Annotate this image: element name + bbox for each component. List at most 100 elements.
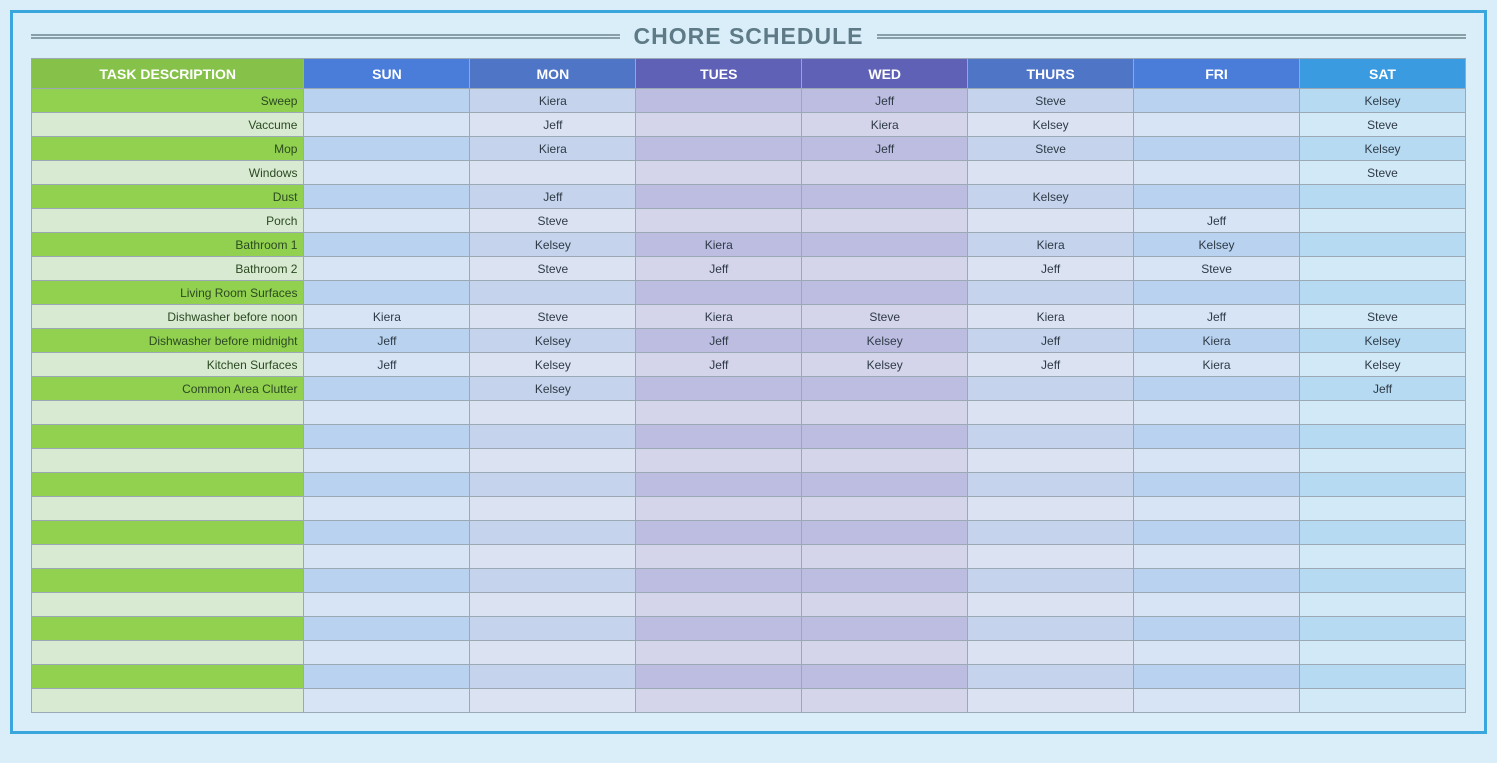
day-cell[interactable] xyxy=(636,473,802,497)
day-cell[interactable]: Kiera xyxy=(802,113,968,137)
day-cell[interactable] xyxy=(304,185,470,209)
day-cell[interactable] xyxy=(968,689,1134,713)
day-cell[interactable] xyxy=(1300,521,1466,545)
day-cell[interactable] xyxy=(636,521,802,545)
day-cell[interactable] xyxy=(1134,593,1300,617)
day-cell[interactable] xyxy=(304,593,470,617)
day-cell[interactable]: Kelsey xyxy=(968,185,1134,209)
day-cell[interactable] xyxy=(636,641,802,665)
day-cell[interactable] xyxy=(968,497,1134,521)
day-cell[interactable]: Steve xyxy=(1300,305,1466,329)
day-cell[interactable] xyxy=(1300,641,1466,665)
day-cell[interactable]: Kelsey xyxy=(1300,329,1466,353)
day-cell[interactable]: Jeff xyxy=(304,353,470,377)
task-cell[interactable]: Sweep xyxy=(32,89,304,113)
day-cell[interactable] xyxy=(304,161,470,185)
day-cell[interactable]: Jeff xyxy=(636,257,802,281)
day-cell[interactable] xyxy=(802,617,968,641)
day-cell[interactable] xyxy=(968,377,1134,401)
day-cell[interactable] xyxy=(1300,185,1466,209)
day-cell[interactable] xyxy=(304,641,470,665)
day-cell[interactable] xyxy=(802,473,968,497)
day-cell[interactable]: Steve xyxy=(1300,161,1466,185)
day-cell[interactable] xyxy=(470,425,636,449)
day-cell[interactable] xyxy=(1134,161,1300,185)
day-cell[interactable] xyxy=(968,473,1134,497)
day-cell[interactable] xyxy=(1134,89,1300,113)
day-cell[interactable] xyxy=(802,545,968,569)
day-cell[interactable] xyxy=(968,593,1134,617)
day-cell[interactable]: Jeff xyxy=(470,185,636,209)
day-cell[interactable] xyxy=(968,401,1134,425)
task-cell[interactable] xyxy=(32,425,304,449)
day-cell[interactable] xyxy=(304,545,470,569)
task-cell[interactable] xyxy=(32,593,304,617)
task-cell[interactable] xyxy=(32,473,304,497)
day-cell[interactable] xyxy=(470,401,636,425)
day-cell[interactable] xyxy=(968,209,1134,233)
day-cell[interactable] xyxy=(802,281,968,305)
task-cell[interactable]: Dishwasher before noon xyxy=(32,305,304,329)
day-cell[interactable] xyxy=(304,569,470,593)
day-cell[interactable] xyxy=(304,689,470,713)
task-cell[interactable]: Bathroom 2 xyxy=(32,257,304,281)
day-cell[interactable] xyxy=(1134,113,1300,137)
task-cell[interactable] xyxy=(32,401,304,425)
day-cell[interactable]: Steve xyxy=(470,257,636,281)
day-cell[interactable]: Kelsey xyxy=(968,113,1134,137)
day-cell[interactable] xyxy=(304,233,470,257)
day-cell[interactable] xyxy=(636,113,802,137)
day-cell[interactable] xyxy=(802,377,968,401)
day-cell[interactable] xyxy=(304,497,470,521)
day-cell[interactable]: Kelsey xyxy=(1300,353,1466,377)
day-cell[interactable] xyxy=(1300,425,1466,449)
day-cell[interactable] xyxy=(802,161,968,185)
day-cell[interactable]: Steve xyxy=(968,137,1134,161)
day-cell[interactable] xyxy=(802,449,968,473)
day-cell[interactable] xyxy=(1134,281,1300,305)
day-cell[interactable] xyxy=(636,617,802,641)
day-cell[interactable]: Kelsey xyxy=(470,233,636,257)
task-cell[interactable] xyxy=(32,569,304,593)
day-cell[interactable] xyxy=(802,401,968,425)
day-cell[interactable]: Jeff xyxy=(304,329,470,353)
day-cell[interactable] xyxy=(802,425,968,449)
day-cell[interactable]: Kelsey xyxy=(802,353,968,377)
day-cell[interactable] xyxy=(1300,617,1466,641)
day-cell[interactable] xyxy=(636,185,802,209)
day-cell[interactable] xyxy=(304,425,470,449)
day-cell[interactable] xyxy=(1134,521,1300,545)
day-cell[interactable] xyxy=(470,569,636,593)
day-cell[interactable] xyxy=(304,473,470,497)
day-cell[interactable] xyxy=(636,689,802,713)
day-cell[interactable] xyxy=(1300,689,1466,713)
day-cell[interactable]: Kelsey xyxy=(1134,233,1300,257)
task-cell[interactable] xyxy=(32,497,304,521)
task-cell[interactable] xyxy=(32,665,304,689)
day-cell[interactable] xyxy=(1134,185,1300,209)
day-cell[interactable] xyxy=(304,209,470,233)
day-cell[interactable] xyxy=(470,521,636,545)
day-cell[interactable] xyxy=(470,593,636,617)
day-cell[interactable] xyxy=(636,209,802,233)
day-cell[interactable] xyxy=(636,401,802,425)
day-cell[interactable] xyxy=(1300,473,1466,497)
day-cell[interactable]: Jeff xyxy=(1300,377,1466,401)
day-cell[interactable] xyxy=(802,185,968,209)
day-cell[interactable]: Jeff xyxy=(470,113,636,137)
day-cell[interactable] xyxy=(802,521,968,545)
day-cell[interactable] xyxy=(470,449,636,473)
day-cell[interactable] xyxy=(470,665,636,689)
day-cell[interactable] xyxy=(1134,665,1300,689)
day-cell[interactable] xyxy=(304,449,470,473)
day-cell[interactable] xyxy=(636,665,802,689)
day-cell[interactable] xyxy=(636,89,802,113)
day-cell[interactable] xyxy=(1134,641,1300,665)
day-cell[interactable] xyxy=(968,569,1134,593)
day-cell[interactable] xyxy=(1300,569,1466,593)
day-cell[interactable]: Steve xyxy=(802,305,968,329)
day-cell[interactable] xyxy=(1134,617,1300,641)
day-cell[interactable]: Kiera xyxy=(470,89,636,113)
day-cell[interactable] xyxy=(1134,545,1300,569)
day-cell[interactable]: Kiera xyxy=(968,233,1134,257)
